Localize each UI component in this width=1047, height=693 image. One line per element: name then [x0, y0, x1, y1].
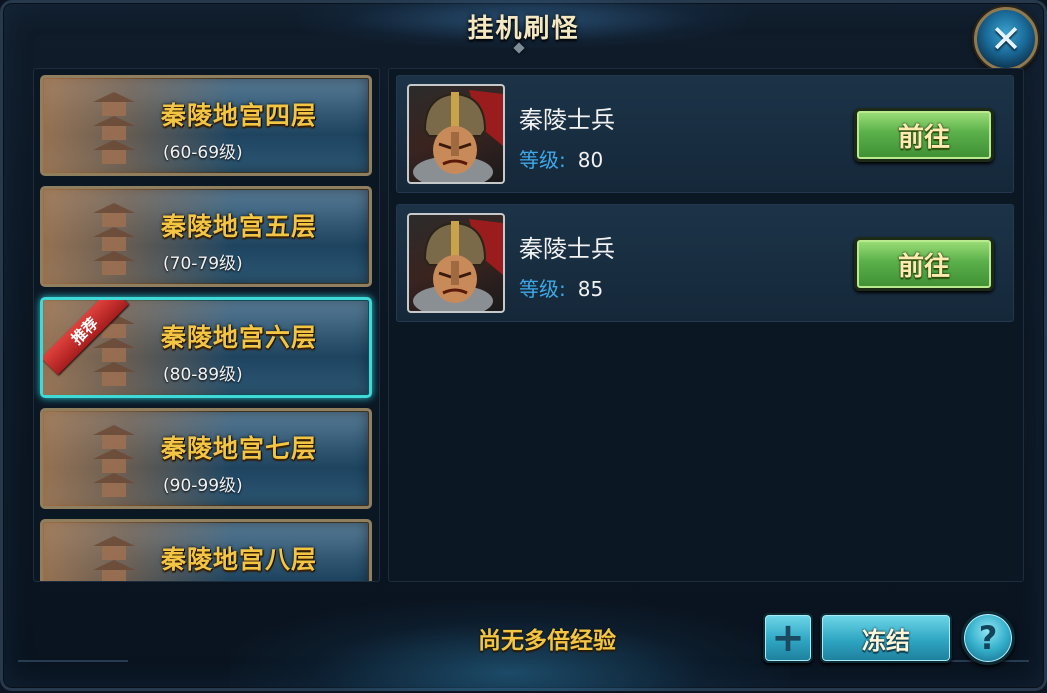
level-value: 85 — [577, 277, 604, 301]
pagoda-icon — [93, 425, 135, 497]
go-button[interactable]: 前往 — [854, 237, 994, 291]
monster-name: 秦陵士兵 — [519, 235, 615, 263]
plus-icon: + — [771, 615, 805, 661]
monster-level: 等级: 80 — [519, 144, 603, 173]
corner-ornament — [919, 660, 1029, 693]
floor-item-4[interactable]: 秦陵地宫四层 (60-69级) — [40, 75, 372, 176]
floor-level-range: (60-69级) — [163, 143, 243, 163]
floor-name: 秦陵地宫八层 — [161, 545, 318, 574]
freeze-button[interactable]: 冻结 — [820, 613, 952, 663]
dialog-title: 挂机刷怪 — [467, 14, 580, 44]
close-button[interactable]: ✕ — [974, 7, 1038, 71]
soldier-portrait-icon — [407, 84, 505, 184]
monster-row: 秦陵士兵 等级: 85 前往 — [396, 204, 1014, 322]
floor-level-range: (90-99级) — [163, 476, 243, 496]
floor-item-6[interactable]: 推荐 秦陵地宫六层 (80-89级) — [40, 297, 372, 398]
floor-level-range: (80-89级) — [163, 365, 243, 385]
pagoda-icon — [93, 203, 135, 275]
floor-name: 秦陵地宫六层 — [161, 323, 318, 352]
level-label: 等级: — [519, 277, 566, 301]
question-icon: ? — [978, 619, 998, 657]
floor-item-7[interactable]: 秦陵地宫七层 (90-99级) — [40, 408, 372, 509]
monster-list: 秦陵士兵 等级: 80 前往 秦陵士兵 等级: 85 前往 — [388, 68, 1024, 582]
monster-level: 等级: 85 — [519, 273, 603, 302]
floor-item-8[interactable]: 秦陵地宫八层 — [40, 519, 372, 581]
floor-item-5[interactable]: 秦陵地宫五层 (70-79级) — [40, 186, 372, 287]
level-value: 80 — [577, 148, 604, 172]
monster-name: 秦陵士兵 — [519, 106, 615, 134]
floor-list[interactable]: 秦陵地宫四层 (60-69级) 秦陵地宫五层 (70-79级) 推荐 秦陵地宫六… — [33, 68, 380, 582]
floor-name: 秦陵地宫四层 — [161, 101, 318, 130]
level-label: 等级: — [519, 148, 566, 172]
pagoda-icon — [93, 92, 135, 164]
monster-row: 秦陵士兵 等级: 80 前往 — [396, 75, 1014, 193]
go-button[interactable]: 前往 — [854, 108, 994, 162]
floor-name: 秦陵地宫五层 — [161, 212, 318, 241]
soldier-portrait-icon — [407, 213, 505, 313]
corner-ornament — [18, 660, 128, 693]
floor-name: 秦陵地宫七层 — [161, 434, 318, 463]
add-button[interactable]: + — [763, 613, 813, 663]
floor-level-range: (70-79级) — [163, 254, 243, 274]
pagoda-icon — [93, 536, 135, 581]
exp-multiplier-status: 尚无多倍经验 — [478, 627, 616, 654]
help-button[interactable]: ? — [961, 611, 1015, 665]
close-icon: ✕ — [990, 17, 1022, 61]
